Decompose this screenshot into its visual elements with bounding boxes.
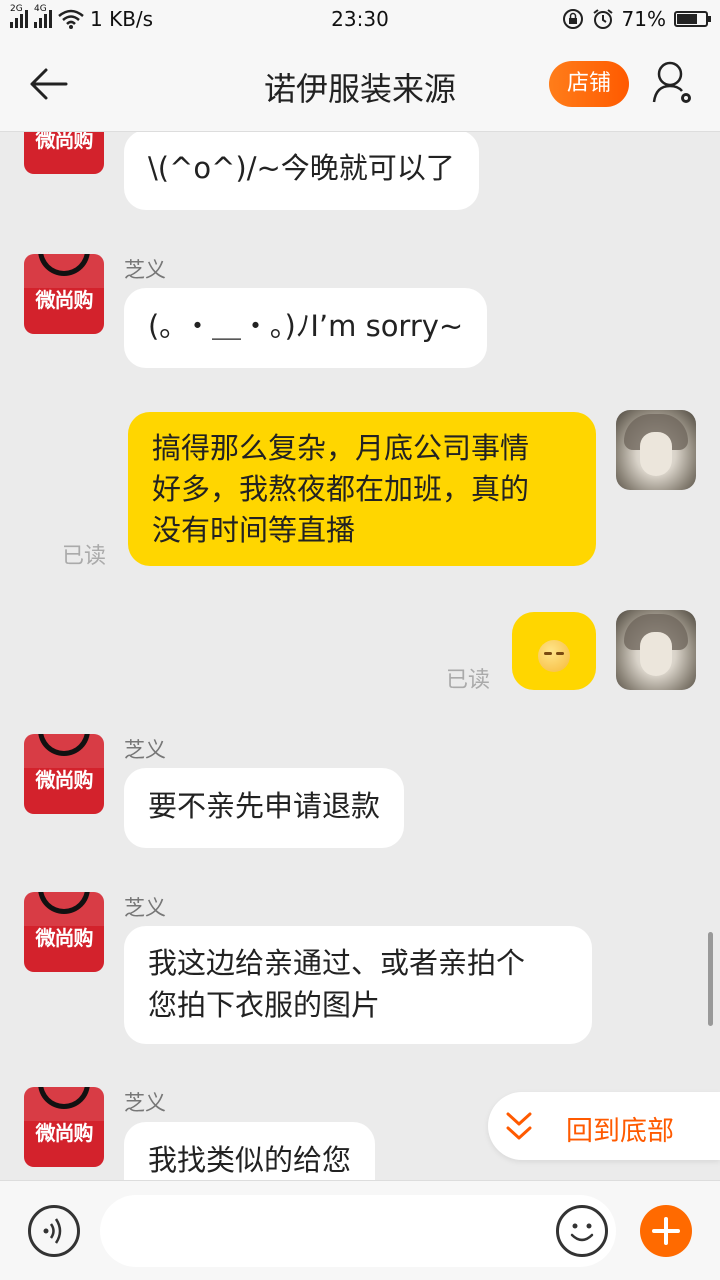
message-line: 好多，我熬夜都在加班，真的 — [152, 472, 530, 506]
shop-avatar-logo: 微尚购 — [35, 288, 94, 312]
sender-name: 芝义 — [124, 896, 166, 920]
shop-avatar[interactable]: 微尚购 — [24, 254, 104, 334]
user-settings-icon[interactable] — [652, 60, 694, 106]
status-bar: 2G 4G 1 KB/s 23:30 71% — [0, 0, 720, 38]
message-line: 没有时间等直播 — [152, 513, 356, 547]
read-status: 已读 — [62, 544, 107, 569]
shop-avatar[interactable]: 微尚购 — [24, 132, 104, 174]
message-line: 搞得那么复杂，月底公司事情 — [152, 431, 530, 465]
battery-icon — [674, 11, 711, 27]
sender-name: 芝义 — [124, 1091, 166, 1115]
read-status: 已读 — [446, 668, 491, 693]
double-chevron-down-icon — [506, 1108, 532, 1144]
status-right: 71% — [562, 7, 711, 31]
message-input[interactable] — [100, 1195, 616, 1267]
message-bubble[interactable]: \(^o^)/~今晚就可以了 — [124, 132, 479, 210]
message-line: 您拍下衣服的图片 — [148, 988, 381, 1022]
shop-button[interactable]: 店铺 — [549, 61, 629, 107]
sender-name: 芝义 — [124, 738, 166, 762]
lock-rotation-icon — [562, 8, 584, 30]
battery-percent: 71% — [621, 7, 666, 31]
message-bubble[interactable]: (｡ ・＿・｡)ﾉI’m sorry~ — [124, 288, 488, 368]
sender-name: 芝义 — [124, 258, 166, 282]
shop-avatar[interactable]: 微尚购 — [24, 734, 104, 814]
my-avatar[interactable] — [616, 610, 696, 690]
message-bubble[interactable]: 要不亲先申请退款 — [124, 768, 405, 848]
input-bar — [0, 1180, 720, 1280]
back-to-bottom-label: 回到底部 — [566, 1116, 674, 1147]
scrollbar[interactable] — [708, 932, 713, 1026]
shop-avatar[interactable]: 微尚购 — [24, 1087, 104, 1167]
my-message-bubble[interactable]: 搞得那么复杂，月底公司事情 好多，我熬夜都在加班，真的 没有时间等直播 — [128, 412, 596, 566]
message-bubble[interactable]: 我这边给亲通过、或者亲拍个 您拍下衣服的图片 — [124, 926, 592, 1044]
message-line: 我这边给亲通过、或者亲拍个 — [148, 946, 526, 980]
voice-icon[interactable] — [28, 1205, 80, 1257]
shop-avatar-logo: 微尚购 — [35, 768, 94, 792]
plus-icon[interactable] — [640, 1205, 692, 1257]
smiley-icon[interactable] — [556, 1205, 608, 1257]
chat-list[interactable]: 微尚购 \(^o^)/~今晚就可以了 芝义 微尚购 (｡ ・＿・｡)ﾉI’m s… — [0, 132, 720, 1180]
message-bubble[interactable]: 我找类似的给您 — [124, 1122, 376, 1180]
shop-avatar-logo: 微尚购 — [35, 926, 94, 950]
my-avatar[interactable] — [616, 410, 696, 490]
pensive-face-icon — [538, 640, 570, 672]
shop-avatar-logo: 微尚购 — [35, 132, 94, 152]
chat-header: 诺伊服装来源 店铺 — [0, 38, 720, 132]
shop-avatar-logo: 微尚购 — [35, 1121, 94, 1145]
my-message-bubble[interactable] — [512, 612, 596, 690]
alarm-icon — [592, 8, 614, 30]
shop-avatar[interactable]: 微尚购 — [24, 892, 104, 972]
back-to-bottom-button[interactable]: 回到底部 — [488, 1092, 720, 1160]
battery-fill — [677, 14, 697, 24]
